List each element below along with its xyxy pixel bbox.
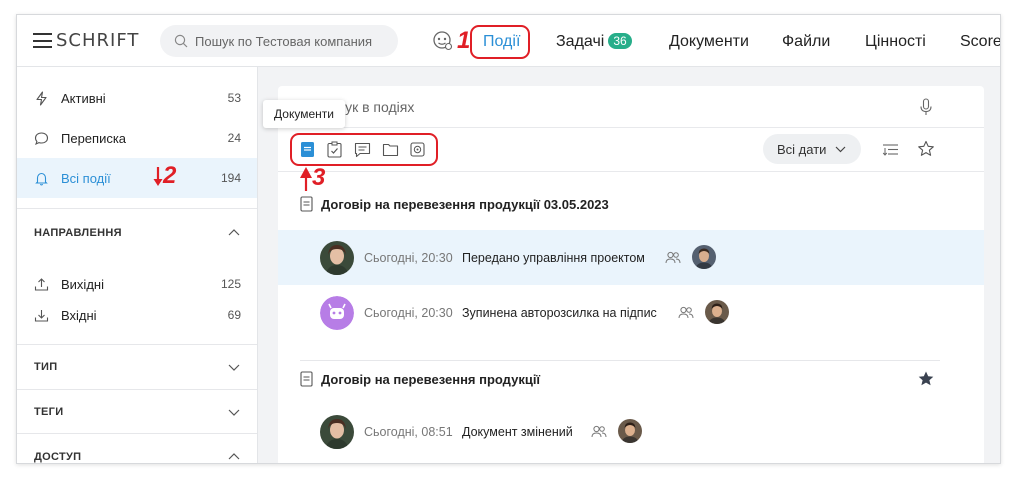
nav-documents[interactable]: Документи: [669, 33, 749, 51]
nav-score[interactable]: Score: [960, 33, 1000, 51]
global-search-placeholder: Пошук по Тестовая компания: [195, 33, 373, 49]
annotation-arrow-2: [153, 167, 163, 186]
chevron-down-icon[interactable]: [228, 409, 240, 417]
nav-tasks[interactable]: Задачі 36: [556, 33, 632, 51]
sidebar-item-label: Активні: [61, 90, 106, 106]
sidebar-item-count: 53: [227, 91, 241, 105]
chat-bubble-icon: [34, 131, 49, 145]
participants-icon: [678, 306, 694, 319]
document-group-title[interactable]: Договір на перевезення продукції: [300, 371, 540, 387]
sidebar-item-incoming[interactable]: Вхідні 69: [17, 295, 257, 335]
nav-tasks-label: Задачі: [556, 33, 605, 50]
sidebar-divider: [17, 433, 257, 434]
app-window: SCHRIFT Пошук по Тестовая компания Події…: [16, 14, 1001, 464]
section-tags-title[interactable]: ТЕГИ: [34, 406, 63, 418]
sidebar-item-count: 125: [220, 277, 241, 291]
avatar: [618, 419, 642, 443]
avatar: [320, 414, 354, 449]
avatar: [320, 240, 354, 275]
section-access-title[interactable]: ДОСТУП: [34, 451, 81, 463]
menu-icon[interactable]: [33, 33, 52, 48]
bell-icon: [35, 172, 48, 185]
nav-files[interactable]: Файли: [782, 33, 830, 51]
logo[interactable]: SCHRIFT: [33, 30, 139, 51]
sidebar-item-label: Вхідні: [61, 307, 97, 323]
section-direction-title[interactable]: НАПРАВЛЕННЯ: [34, 227, 122, 239]
chevron-down-icon: [835, 146, 846, 152]
annotation-label-3: 3: [312, 164, 326, 191]
event-row[interactable]: Сьогодні, 20:30 Передано управління прое…: [278, 230, 984, 285]
event-row[interactable]: Сьогодні, 08:51 Документ змінений: [278, 404, 984, 459]
star-outline-icon[interactable]: [917, 140, 935, 158]
annotation-box-3: [290, 133, 438, 166]
logo-text: SCHRIFT: [56, 30, 140, 51]
event-text: Передано управління проектом: [462, 250, 645, 265]
participants-icon: [591, 425, 607, 438]
events-search-input[interactable]: Пошук в подіях: [278, 86, 984, 128]
annotation-box-1: [470, 25, 530, 59]
document-icon: [300, 196, 313, 212]
lightning-icon: [36, 90, 47, 106]
sort-icon[interactable]: [882, 142, 899, 157]
global-search-input[interactable]: Пошук по Тестовая компания: [160, 25, 398, 57]
download-icon: [34, 309, 49, 322]
chevron-up-icon[interactable]: [228, 228, 240, 236]
sidebar-divider: [17, 389, 257, 390]
bot-avatar: [320, 295, 354, 330]
upload-icon: [34, 277, 49, 291]
sidebar-item-label: Всі події: [61, 170, 111, 186]
sidebar-item-correspondence[interactable]: Переписка 24: [17, 118, 257, 158]
sidebar-divider: [17, 344, 257, 345]
sidebar-item-count: 69: [227, 308, 241, 322]
sidebar-item-count: 194: [220, 171, 241, 185]
nav-valuables[interactable]: Цінності: [865, 33, 926, 51]
document-title-text: Договір на перевезення продукції 03.05.2…: [321, 196, 609, 212]
sidebar-item-label: Вихідні: [61, 276, 104, 292]
chevron-down-icon[interactable]: [228, 364, 240, 372]
assistant-bot-icon[interactable]: [431, 30, 453, 57]
event-time: Сьогодні, 20:30: [364, 305, 453, 320]
sidebar-item-all-events[interactable]: Всі події 194: [17, 158, 257, 198]
event-text: Документ змінений: [462, 424, 573, 439]
dates-filter-label: Всі дати: [777, 141, 827, 157]
sidebar-item-active[interactable]: Активні 53: [17, 78, 257, 118]
avatar: [692, 245, 716, 269]
search-icon: [174, 34, 188, 48]
star-filled-icon[interactable]: [917, 370, 935, 388]
sidebar-item-count: 24: [227, 131, 241, 145]
group-divider: [300, 360, 940, 361]
participants-icon: [665, 251, 681, 264]
annotation-label-1: 1: [457, 27, 471, 54]
sidebar-item-label: Переписка: [61, 130, 127, 146]
sidebar-divider: [17, 208, 257, 209]
annotation-label-2: 2: [163, 162, 177, 189]
chevron-up-icon[interactable]: [228, 452, 240, 460]
document-group-title[interactable]: Договір на перевезення продукції 03.05.2…: [300, 196, 609, 212]
dates-filter-dropdown[interactable]: Всі дати: [763, 134, 861, 164]
event-time: Сьогодні, 08:51: [364, 424, 453, 439]
tooltip-documents: Документи: [263, 100, 345, 128]
event-row[interactable]: Сьогодні, 20:30 Зупинена авторозсилка на…: [278, 285, 984, 340]
tasks-count-badge: 36: [608, 33, 632, 49]
sidebar: Активні 53 Переписка 24 Всі події 194 НА…: [17, 67, 258, 463]
document-title-text: Договір на перевезення продукції: [321, 371, 541, 387]
document-icon: [300, 371, 313, 387]
event-text: Зупинена авторозсилка на підпис: [462, 305, 657, 320]
microphone-icon[interactable]: [920, 98, 932, 116]
event-time: Сьогодні, 20:30: [364, 250, 453, 265]
section-type-title[interactable]: ТИП: [34, 361, 57, 373]
avatar: [705, 300, 729, 324]
